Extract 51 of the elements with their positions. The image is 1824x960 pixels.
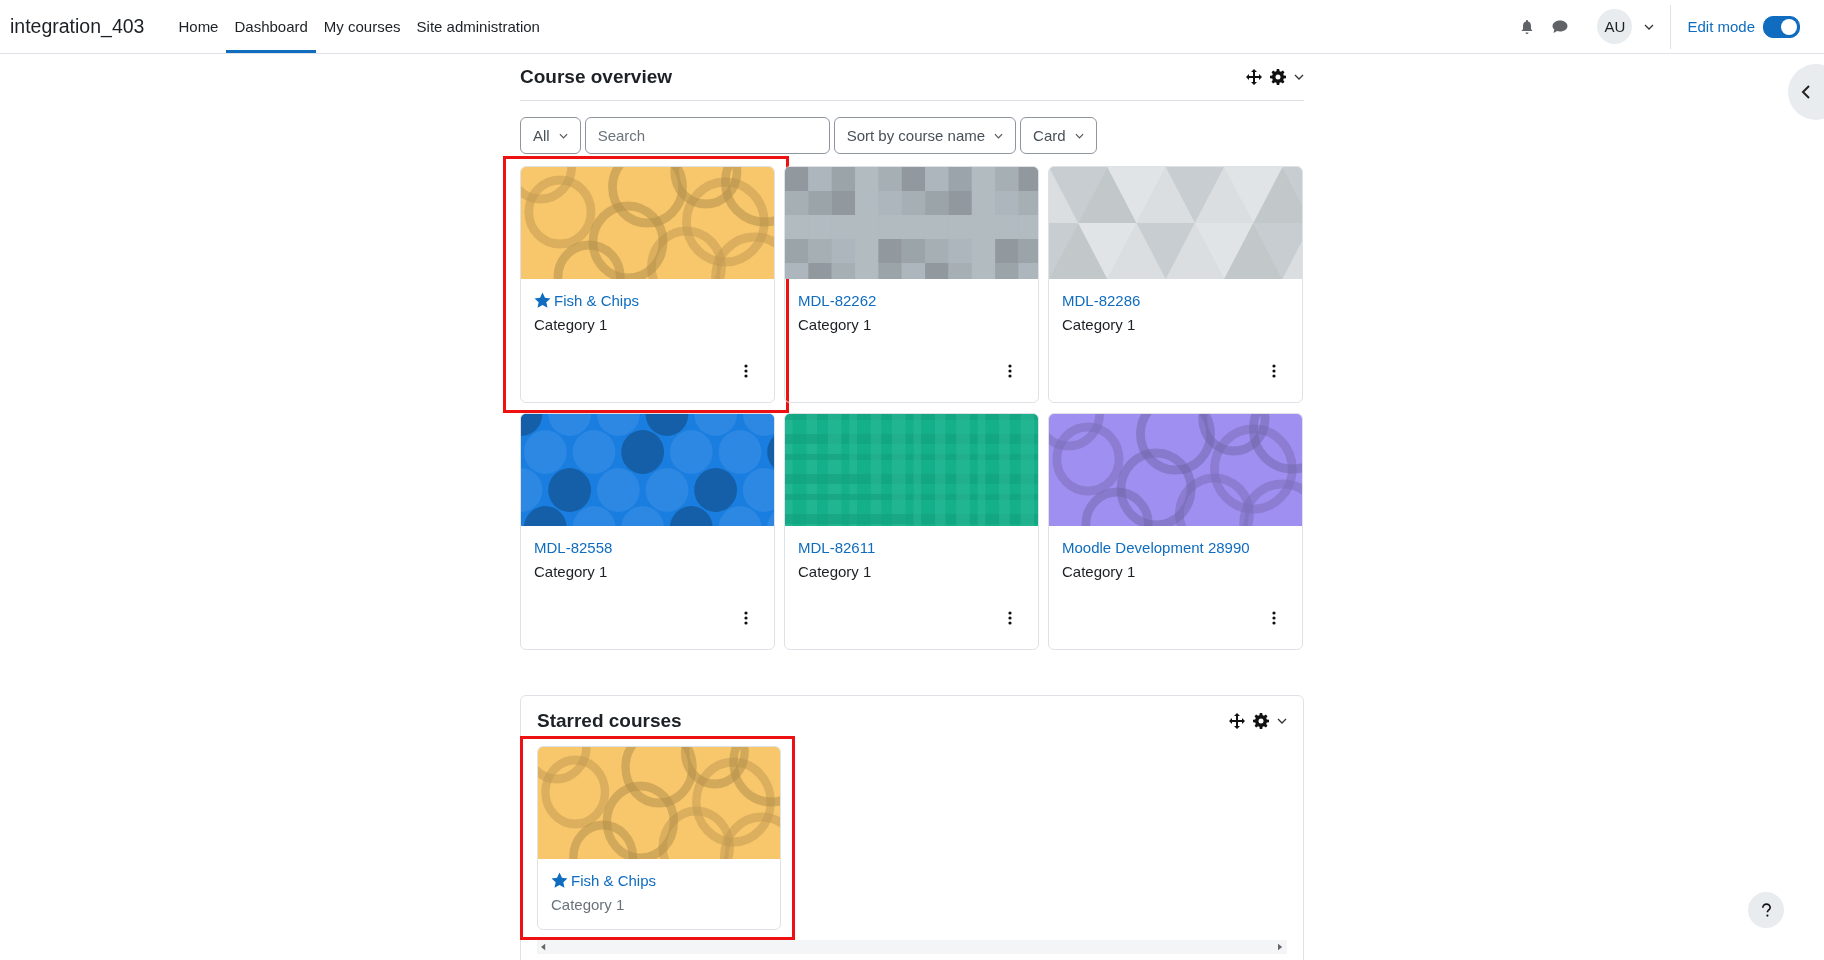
course-link[interactable]: MDL-82611 xyxy=(798,539,1025,556)
kebab-icon xyxy=(1272,364,1276,378)
caret-icon xyxy=(558,132,568,139)
settings-icon[interactable] xyxy=(1270,69,1286,85)
chat-bubble-icon[interactable] xyxy=(1551,18,1570,35)
sort-dropdown[interactable]: Sort by course name xyxy=(833,117,1017,154)
nav-link[interactable]: Dashboard xyxy=(226,0,316,53)
course-category: Category 1 xyxy=(1062,563,1137,580)
settings-icon[interactable] xyxy=(1253,713,1269,729)
course-category: Category 1 xyxy=(1062,316,1137,333)
nav-link[interactable]: Site administration xyxy=(408,0,548,53)
help-button[interactable] xyxy=(1748,892,1784,928)
course-category: Category 1 xyxy=(534,563,609,580)
horizontal-scrollbar[interactable] xyxy=(537,940,1287,954)
caret-icon[interactable] xyxy=(1277,718,1287,724)
scroll-right-arrow-icon[interactable] xyxy=(1278,943,1283,951)
course-link[interactable]: MDL-82262 xyxy=(798,292,1025,309)
site-name[interactable]: integration_403 xyxy=(10,15,145,38)
course-link[interactable]: MDL-82286 xyxy=(1062,292,1289,309)
kebab-icon xyxy=(1008,611,1012,625)
kebab-icon xyxy=(1272,611,1276,625)
search-field[interactable]: Search xyxy=(584,117,830,154)
edit-mode-label: Edit mode xyxy=(1687,18,1755,35)
view-dropdown[interactable]: Card xyxy=(1020,117,1097,154)
course-category: Category 1 xyxy=(534,316,609,333)
caret-icon xyxy=(994,132,1004,139)
kebab-icon xyxy=(744,611,748,625)
grouping-dropdown[interactable]: All xyxy=(520,117,581,154)
course-link[interactable]: Moodle Development 28990 xyxy=(1062,539,1289,556)
caret-icon[interactable] xyxy=(1294,74,1304,80)
course-category: Category 1 xyxy=(798,563,873,580)
question-mark-icon xyxy=(1760,902,1772,918)
kebab-icon xyxy=(744,364,748,378)
kebab-icon xyxy=(1008,364,1012,378)
nav-link[interactable]: My courses xyxy=(315,0,409,53)
course-link[interactable]: Fish & Chips xyxy=(534,292,761,309)
block-title: Starred courses xyxy=(537,710,682,732)
edit-mode-toggle[interactable] xyxy=(1763,15,1800,38)
course-category: Category 1 xyxy=(798,316,873,333)
course-category: Category 1 xyxy=(551,896,626,913)
move-icon[interactable] xyxy=(1246,69,1262,85)
caret-icon xyxy=(1074,132,1084,139)
course-link[interactable]: MDL-82558 xyxy=(534,539,761,556)
scroll-left-arrow-icon[interactable] xyxy=(541,943,546,951)
move-icon[interactable] xyxy=(1229,713,1245,729)
chevron-left-icon xyxy=(1801,84,1811,100)
nav-link[interactable]: Home xyxy=(170,0,227,53)
block-title: Course overview xyxy=(520,66,673,88)
course-link[interactable]: Fish & Chips xyxy=(551,872,767,889)
user-avatar[interactable]: AU xyxy=(1597,9,1633,44)
caret-icon[interactable] xyxy=(1644,23,1655,30)
